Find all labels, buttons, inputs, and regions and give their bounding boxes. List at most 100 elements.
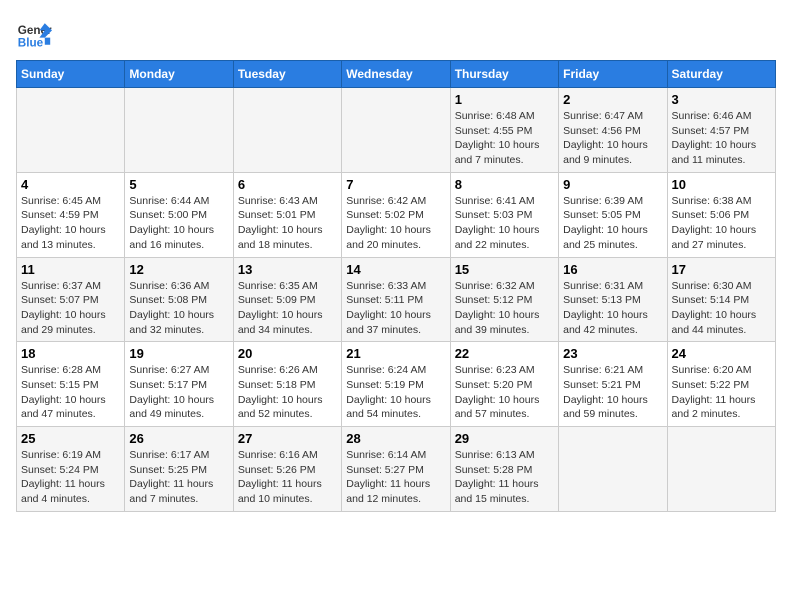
calendar-cell: 6 Sunrise: 6:43 AMSunset: 5:01 PMDaylight… <box>233 172 341 257</box>
weekday-header-saturday: Saturday <box>667 61 775 88</box>
weekday-header-tuesday: Tuesday <box>233 61 341 88</box>
calendar-cell <box>17 88 125 173</box>
day-info: Sunrise: 6:44 AMSunset: 5:00 PMDaylight:… <box>129 194 228 253</box>
weekday-header-thursday: Thursday <box>450 61 558 88</box>
day-number: 29 <box>455 431 554 446</box>
calendar-cell: 28 Sunrise: 6:14 AMSunset: 5:27 PMDayligh… <box>342 427 450 512</box>
day-info: Sunrise: 6:24 AMSunset: 5:19 PMDaylight:… <box>346 363 445 422</box>
calendar-week-row: 11 Sunrise: 6:37 AMSunset: 5:07 PMDayligh… <box>17 257 776 342</box>
day-info: Sunrise: 6:36 AMSunset: 5:08 PMDaylight:… <box>129 279 228 338</box>
calendar-cell: 8 Sunrise: 6:41 AMSunset: 5:03 PMDaylight… <box>450 172 558 257</box>
day-number: 16 <box>563 262 662 277</box>
calendar-cell: 10 Sunrise: 6:38 AMSunset: 5:06 PMDayligh… <box>667 172 775 257</box>
calendar-cell: 3Sunrise: 6:46 AMSunset: 4:57 PMDaylight… <box>667 88 775 173</box>
calendar-cell: 23 Sunrise: 6:21 AMSunset: 5:21 PMDayligh… <box>559 342 667 427</box>
calendar-cell: 24 Sunrise: 6:20 AMSunset: 5:22 PMDayligh… <box>667 342 775 427</box>
day-info: Sunrise: 6:17 AMSunset: 5:25 PMDaylight:… <box>129 448 228 507</box>
calendar-cell: 11 Sunrise: 6:37 AMSunset: 5:07 PMDayligh… <box>17 257 125 342</box>
day-number: 20 <box>238 346 337 361</box>
day-info: Sunrise: 6:21 AMSunset: 5:21 PMDaylight:… <box>563 363 662 422</box>
calendar-cell <box>233 88 341 173</box>
calendar-cell: 13 Sunrise: 6:35 AMSunset: 5:09 PMDayligh… <box>233 257 341 342</box>
day-info: Sunrise: 6:30 AMSunset: 5:14 PMDaylight:… <box>672 279 771 338</box>
calendar-cell <box>559 427 667 512</box>
day-number: 1 <box>455 92 554 107</box>
day-number: 26 <box>129 431 228 446</box>
day-number: 27 <box>238 431 337 446</box>
day-number: 28 <box>346 431 445 446</box>
logo: General Blue <box>16 16 56 52</box>
day-number: 7 <box>346 177 445 192</box>
day-info: Sunrise: 6:14 AMSunset: 5:27 PMDaylight:… <box>346 448 445 507</box>
weekday-header-friday: Friday <box>559 61 667 88</box>
day-number: 6 <box>238 177 337 192</box>
calendar-cell: 25 Sunrise: 6:19 AMSunset: 5:24 PMDayligh… <box>17 427 125 512</box>
calendar-week-row: 25 Sunrise: 6:19 AMSunset: 5:24 PMDayligh… <box>17 427 776 512</box>
calendar-cell: 18 Sunrise: 6:28 AMSunset: 5:15 PMDayligh… <box>17 342 125 427</box>
day-number: 14 <box>346 262 445 277</box>
day-info: Sunrise: 6:48 AMSunset: 4:55 PMDaylight:… <box>455 109 554 168</box>
day-number: 11 <box>21 262 120 277</box>
day-info: Sunrise: 6:43 AMSunset: 5:01 PMDaylight:… <box>238 194 337 253</box>
day-number: 2 <box>563 92 662 107</box>
day-number: 17 <box>672 262 771 277</box>
day-info: Sunrise: 6:37 AMSunset: 5:07 PMDaylight:… <box>21 279 120 338</box>
weekday-header-wednesday: Wednesday <box>342 61 450 88</box>
weekday-header-monday: Monday <box>125 61 233 88</box>
day-number: 8 <box>455 177 554 192</box>
logo-icon: General Blue <box>16 16 52 52</box>
calendar-week-row: 1 Sunrise: 6:48 AMSunset: 4:55 PMDaylight… <box>17 88 776 173</box>
day-info: Sunrise: 6:42 AMSunset: 5:02 PMDaylight:… <box>346 194 445 253</box>
calendar-week-row: 4 Sunrise: 6:45 AMSunset: 4:59 PMDaylight… <box>17 172 776 257</box>
calendar-cell: 16 Sunrise: 6:31 AMSunset: 5:13 PMDayligh… <box>559 257 667 342</box>
day-number: 23 <box>563 346 662 361</box>
calendar-cell <box>667 427 775 512</box>
day-info: Sunrise: 6:16 AMSunset: 5:26 PMDaylight:… <box>238 448 337 507</box>
day-info: Sunrise: 6:20 AMSunset: 5:22 PMDaylight:… <box>672 363 771 422</box>
day-number: 3 <box>672 92 771 107</box>
day-info: Sunrise: 6:41 AMSunset: 5:03 PMDaylight:… <box>455 194 554 253</box>
page-header: General Blue <box>16 16 776 52</box>
calendar-cell: 17 Sunrise: 6:30 AMSunset: 5:14 PMDayligh… <box>667 257 775 342</box>
day-info: Sunrise: 6:38 AMSunset: 5:06 PMDaylight:… <box>672 194 771 253</box>
day-info: Sunrise: 6:32 AMSunset: 5:12 PMDaylight:… <box>455 279 554 338</box>
day-info: Sunrise: 6:31 AMSunset: 5:13 PMDaylight:… <box>563 279 662 338</box>
calendar-cell: 27 Sunrise: 6:16 AMSunset: 5:26 PMDayligh… <box>233 427 341 512</box>
calendar-cell: 15 Sunrise: 6:32 AMSunset: 5:12 PMDayligh… <box>450 257 558 342</box>
calendar-cell: 29Sunrise: 6:13 AMSunset: 5:28 PMDayligh… <box>450 427 558 512</box>
day-info: Sunrise: 6:45 AMSunset: 4:59 PMDaylight:… <box>21 194 120 253</box>
day-number: 12 <box>129 262 228 277</box>
calendar-cell: 12 Sunrise: 6:36 AMSunset: 5:08 PMDayligh… <box>125 257 233 342</box>
day-info: Sunrise: 6:39 AMSunset: 5:05 PMDaylight:… <box>563 194 662 253</box>
day-number: 4 <box>21 177 120 192</box>
calendar-cell: 26 Sunrise: 6:17 AMSunset: 5:25 PMDayligh… <box>125 427 233 512</box>
calendar-table: SundayMondayTuesdayWednesdayThursdayFrid… <box>16 60 776 512</box>
calendar-cell <box>125 88 233 173</box>
calendar-cell: 7 Sunrise: 6:42 AMSunset: 5:02 PMDaylight… <box>342 172 450 257</box>
day-number: 25 <box>21 431 120 446</box>
day-number: 18 <box>21 346 120 361</box>
calendar-cell: 19 Sunrise: 6:27 AMSunset: 5:17 PMDayligh… <box>125 342 233 427</box>
day-number: 13 <box>238 262 337 277</box>
weekday-header-row: SundayMondayTuesdayWednesdayThursdayFrid… <box>17 61 776 88</box>
day-info: Sunrise: 6:33 AMSunset: 5:11 PMDaylight:… <box>346 279 445 338</box>
day-info: Sunrise: 6:27 AMSunset: 5:17 PMDaylight:… <box>129 363 228 422</box>
day-info: Sunrise: 6:35 AMSunset: 5:09 PMDaylight:… <box>238 279 337 338</box>
day-number: 21 <box>346 346 445 361</box>
calendar-cell: 14 Sunrise: 6:33 AMSunset: 5:11 PMDayligh… <box>342 257 450 342</box>
day-number: 9 <box>563 177 662 192</box>
calendar-week-row: 18 Sunrise: 6:28 AMSunset: 5:15 PMDayligh… <box>17 342 776 427</box>
calendar-cell: 9 Sunrise: 6:39 AMSunset: 5:05 PMDaylight… <box>559 172 667 257</box>
day-number: 22 <box>455 346 554 361</box>
day-info: Sunrise: 6:19 AMSunset: 5:24 PMDaylight:… <box>21 448 120 507</box>
day-number: 10 <box>672 177 771 192</box>
calendar-cell: 5Sunrise: 6:44 AMSunset: 5:00 PMDaylight… <box>125 172 233 257</box>
weekday-header-sunday: Sunday <box>17 61 125 88</box>
calendar-cell: 22Sunrise: 6:23 AMSunset: 5:20 PMDayligh… <box>450 342 558 427</box>
day-number: 15 <box>455 262 554 277</box>
day-number: 19 <box>129 346 228 361</box>
day-info: Sunrise: 6:28 AMSunset: 5:15 PMDaylight:… <box>21 363 120 422</box>
day-info: Sunrise: 6:26 AMSunset: 5:18 PMDaylight:… <box>238 363 337 422</box>
svg-text:Blue: Blue <box>18 37 44 50</box>
day-number: 24 <box>672 346 771 361</box>
